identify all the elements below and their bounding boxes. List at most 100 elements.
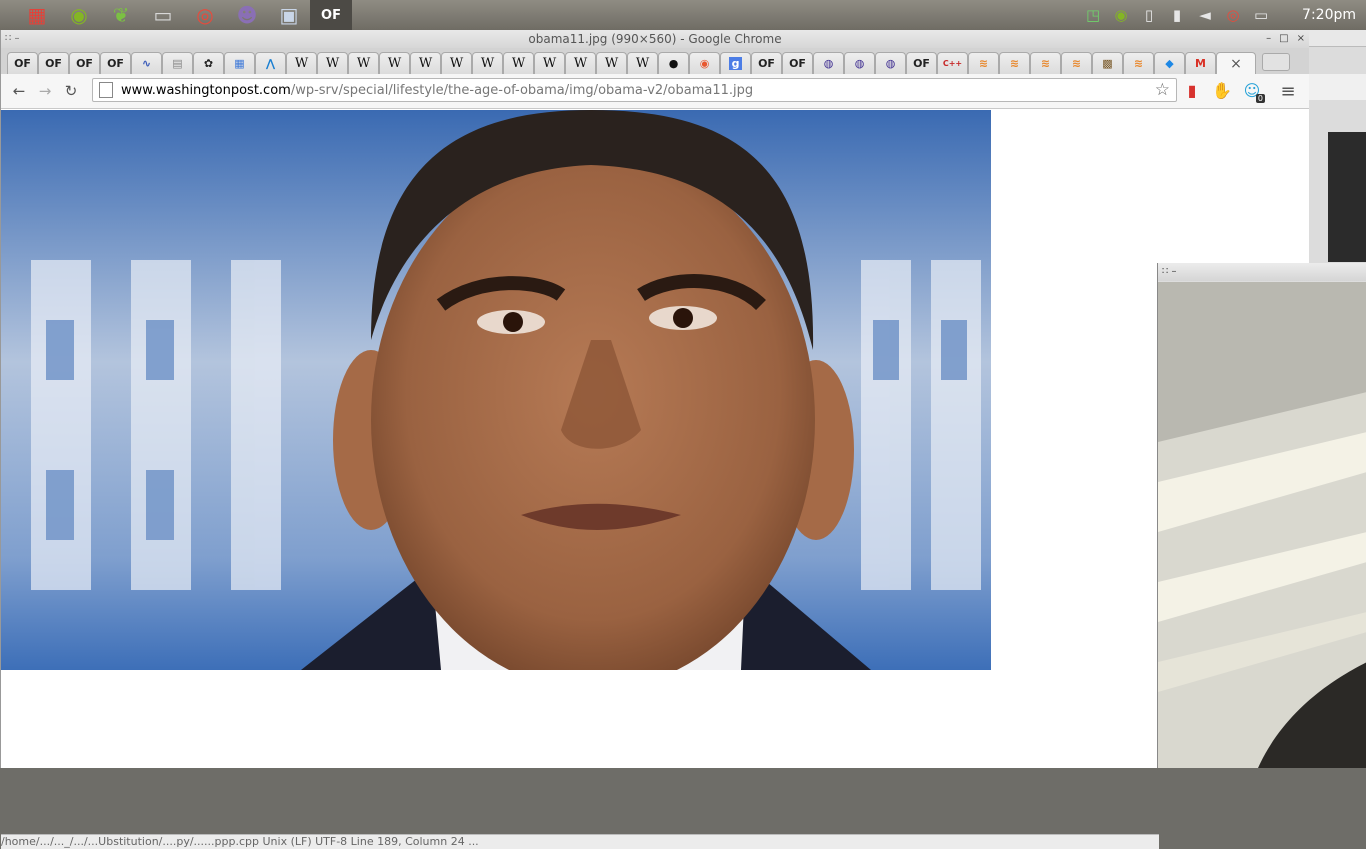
tab[interactable]: W <box>317 52 348 74</box>
signal-icon[interactable]: ▮ <box>1166 4 1188 26</box>
tab[interactable]: ≋ <box>1030 52 1061 74</box>
top-panel: ▦ ◉ ❦ ▭ ◎ ☻ ▣ OF ◳ ◉ ▯ ▮ ◄ ◎ ▭ 7:20pm <box>0 0 1366 30</box>
tab[interactable]: W <box>348 52 379 74</box>
background-window-titlebar[interactable] <box>1308 30 1366 47</box>
tab-favicon-icon: ◉ <box>699 57 710 70</box>
grip-icon[interactable]: ∷ – <box>5 30 20 48</box>
tab-favicon-icon: W <box>511 56 526 71</box>
volume-icon[interactable]: ◄ <box>1194 4 1216 26</box>
tab[interactable]: ≋ <box>968 52 999 74</box>
clock[interactable]: 7:20pm <box>1302 7 1356 23</box>
tab-favicon-icon: ▦ <box>234 57 245 70</box>
clipboard-icon[interactable]: ▯ <box>1138 4 1160 26</box>
webcam-window[interactable]: ∷ – <box>1157 263 1366 768</box>
leaf-app-icon[interactable]: ❦ <box>100 0 142 30</box>
tab-favicon-icon: ◍ <box>885 57 896 70</box>
chrome-icon[interactable]: ◎ <box>184 0 226 30</box>
spotify-tray-icon[interactable]: ◉ <box>1110 4 1132 26</box>
tab[interactable]: W <box>286 52 317 74</box>
openframeworks-icon[interactable]: OF <box>310 0 352 30</box>
close-window-button[interactable]: × <box>1297 30 1305 48</box>
tab[interactable]: ≋ <box>1123 52 1154 74</box>
back-button[interactable]: ← <box>6 78 32 104</box>
chrome-tray-icon[interactable]: ◎ <box>1222 4 1244 26</box>
tab[interactable]: ◍ <box>875 52 906 74</box>
tab-favicon-icon: C++ <box>942 59 963 68</box>
obama-photo[interactable] <box>1 110 991 670</box>
tab[interactable]: ≋ <box>1061 52 1092 74</box>
forward-button[interactable]: → <box>32 78 58 104</box>
address-bar[interactable]: www.washingtonpost.com/wp-srv/special/li… <box>92 78 1177 102</box>
webcam-titlebar[interactable]: ∷ – <box>1158 263 1366 281</box>
tab[interactable]: ∿ <box>131 52 162 74</box>
network-messaging-icon[interactable]: ◳ <box>1082 4 1104 26</box>
tab[interactable]: C++ <box>937 52 968 74</box>
tab-favicon-icon: ≋ <box>1133 57 1144 70</box>
minimize-button[interactable]: – <box>1266 30 1271 48</box>
tab[interactable]: ≋ <box>999 52 1030 74</box>
tab-favicon-icon: W <box>294 56 309 71</box>
tab[interactable]: W <box>472 52 503 74</box>
tab-favicon-icon: W <box>604 56 619 71</box>
tab[interactable]: OF <box>7 52 38 74</box>
tab[interactable]: ◆ <box>1154 52 1185 74</box>
launcher-dock: ▦ ◉ ❦ ▭ ◎ ☻ ▣ OF <box>16 0 352 30</box>
pidgin-icon[interactable]: ☻ <box>226 0 268 30</box>
tab[interactable]: ✿ <box>193 52 224 74</box>
tab[interactable]: ▩ <box>1092 52 1123 74</box>
tab[interactable]: OF <box>69 52 100 74</box>
tab[interactable]: OF <box>782 52 813 74</box>
bookmark-star-icon[interactable]: ☆ <box>1155 80 1170 100</box>
tab-favicon-icon: ◆ <box>1165 57 1174 70</box>
apps-menu-icon[interactable]: ▦ <box>16 0 58 30</box>
tab[interactable]: W <box>410 52 441 74</box>
adblock-ext-icon[interactable]: ✋ <box>1211 79 1233 101</box>
tab[interactable]: W <box>565 52 596 74</box>
window-app-icon[interactable]: ▣ <box>268 0 310 30</box>
tab[interactable]: W <box>596 52 627 74</box>
tab-favicon-icon: W <box>542 56 557 71</box>
extension-icons: ▮ ✋ ☺ 0 <box>1181 79 1265 103</box>
tab[interactable]: g <box>720 52 751 74</box>
tab[interactable]: W <box>503 52 534 74</box>
window-controls: – □ × <box>1266 30 1305 48</box>
background-window-toolbar <box>1308 74 1366 100</box>
new-tab-button[interactable] <box>1262 53 1290 71</box>
ghostery-ext-icon[interactable]: ☺ 0 <box>1241 79 1265 103</box>
bookmark-ext-icon[interactable]: ▮ <box>1181 79 1203 101</box>
bookmark-ext-glyph: ▮ <box>1187 80 1197 100</box>
tab-favicon-icon: W <box>356 56 371 71</box>
tab-favicon-icon: ▤ <box>172 57 183 70</box>
system-tray: ◳ ◉ ▯ ▮ ◄ ◎ ▭ 7:20pm <box>1082 0 1366 30</box>
url-path: /wp-srv/special/lifestyle/the-age-of-oba… <box>290 82 754 98</box>
maximize-button[interactable]: □ <box>1279 30 1288 48</box>
tab[interactable]: OF <box>906 52 937 74</box>
chrome-window: ∷ – obama11.jpg (990×560) - Google Chrom… <box>0 30 1309 849</box>
tab[interactable]: OF <box>751 52 782 74</box>
tab-close-icon[interactable]: × <box>1230 56 1242 72</box>
tab[interactable]: W <box>379 52 410 74</box>
tab[interactable]: W <box>534 52 565 74</box>
tab[interactable]: ◍ <box>813 52 844 74</box>
tab[interactable]: ◍ <box>844 52 875 74</box>
tab[interactable]: ● <box>658 52 689 74</box>
tab[interactable]: M <box>1185 52 1216 74</box>
files-folder-icon[interactable]: ▭ <box>142 0 184 30</box>
tab-active[interactable]: × <box>1216 52 1256 74</box>
window-titlebar[interactable]: ∷ – obama11.jpg (990×560) - Google Chrom… <box>1 30 1309 48</box>
tab[interactable]: W <box>627 52 658 74</box>
tab-favicon-icon: ≋ <box>1040 57 1051 70</box>
battery-icon[interactable]: ▭ <box>1250 4 1272 26</box>
tab[interactable]: W <box>441 52 472 74</box>
page-icon <box>99 82 113 98</box>
spotify-icon[interactable]: ◉ <box>58 0 100 30</box>
extension-badge: 0 <box>1255 94 1265 103</box>
tab[interactable]: ▦ <box>224 52 255 74</box>
tab[interactable]: OF <box>100 52 131 74</box>
tab[interactable]: ⋀ <box>255 52 286 74</box>
tab[interactable]: ◉ <box>689 52 720 74</box>
tab[interactable]: ▤ <box>162 52 193 74</box>
tab[interactable]: OF <box>38 52 69 74</box>
menu-button[interactable]: ≡ <box>1275 78 1301 104</box>
reload-button[interactable]: ↻ <box>58 78 84 104</box>
